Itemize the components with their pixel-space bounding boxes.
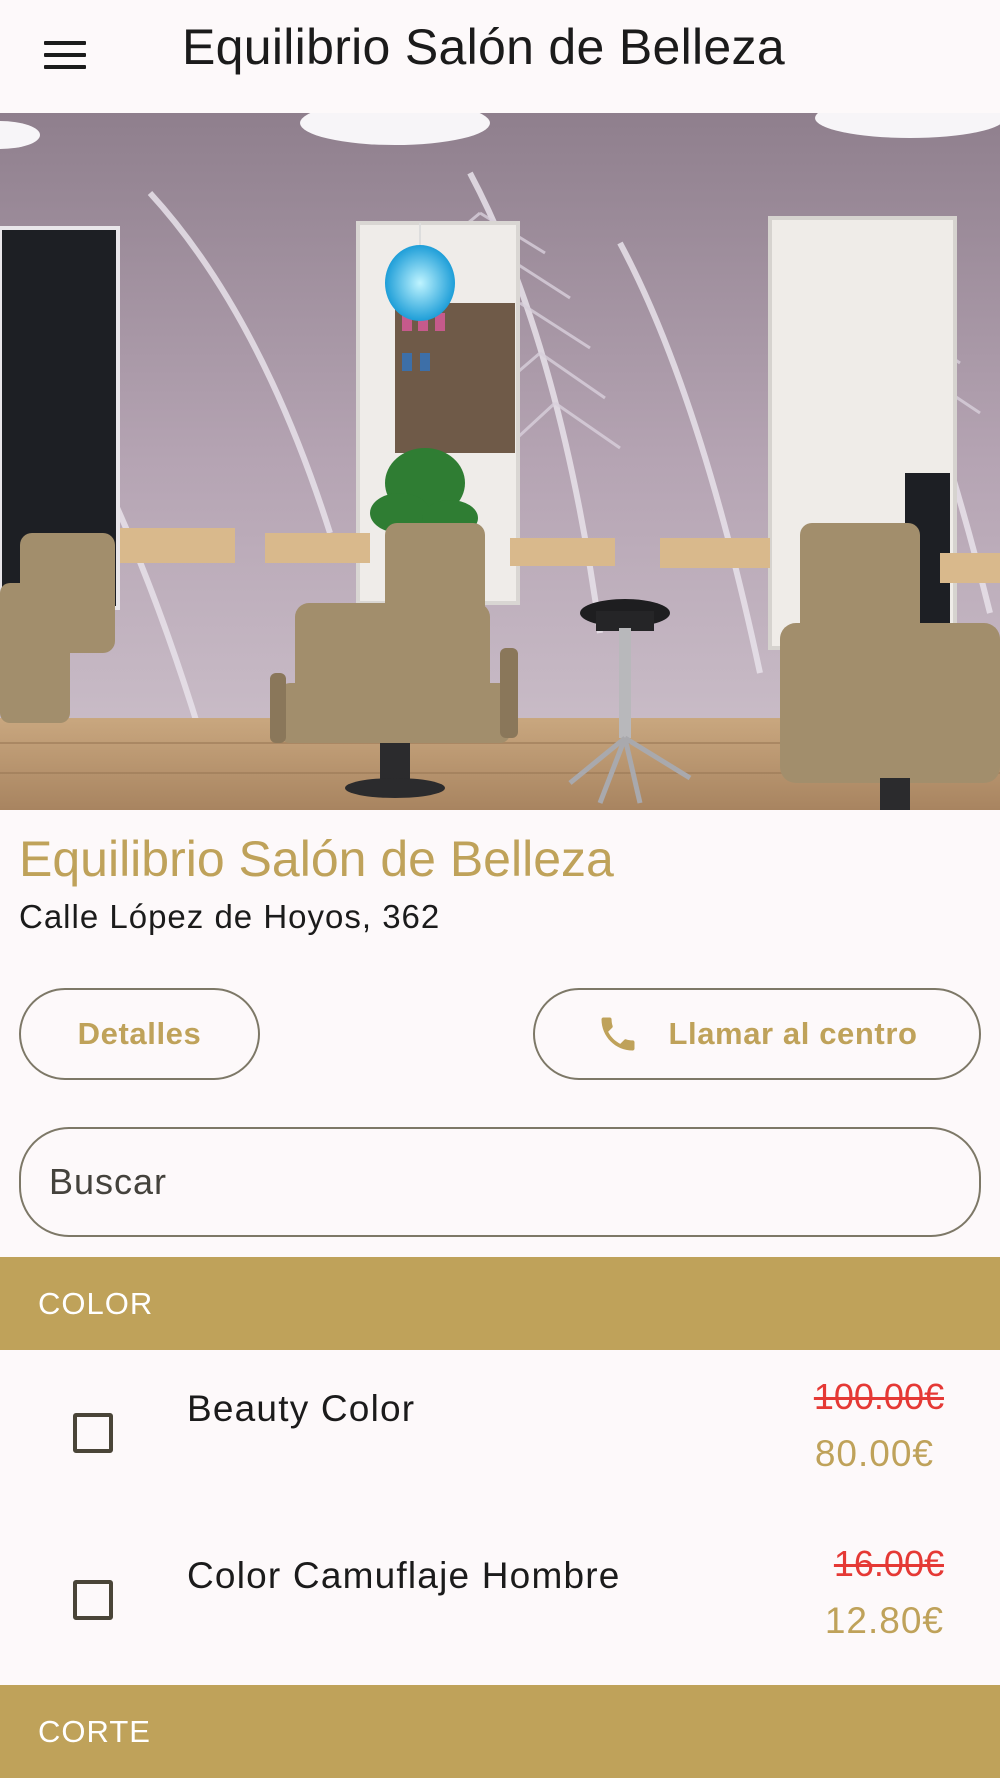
service-old-price: 100.00€ bbox=[813, 1376, 944, 1417]
service-row[interactable]: Beauty Color 100.00€ 80.00€ bbox=[0, 1350, 1000, 1516]
service-checkbox[interactable] bbox=[73, 1580, 113, 1620]
menu-icon[interactable] bbox=[36, 26, 94, 84]
category-header-color[interactable]: COLOR bbox=[0, 1257, 1000, 1350]
details-button-label: Detalles bbox=[77, 1016, 202, 1051]
call-center-button-label: Llamar al centro bbox=[668, 1016, 918, 1051]
service-checkbox[interactable] bbox=[73, 1413, 113, 1453]
category-label: CORTE bbox=[38, 1713, 151, 1749]
service-name: Beauty Color bbox=[187, 1388, 416, 1429]
salon-address: Calle López de Hoyos, 362 bbox=[19, 898, 441, 935]
service-old-price: 16.00€ bbox=[833, 1543, 944, 1584]
menu-icon-line bbox=[44, 65, 86, 69]
app-screen: Equilibrio Salón de Belleza Equilibrio S… bbox=[0, 0, 1000, 1778]
app-bar-title: Equilibrio Salón de Belleza bbox=[182, 19, 785, 75]
service-price: 12.80€ bbox=[824, 1600, 944, 1641]
menu-icon-line bbox=[44, 41, 86, 45]
service-price: 80.00€ bbox=[814, 1433, 934, 1474]
menu-icon-line bbox=[44, 53, 86, 57]
category-label: COLOR bbox=[38, 1285, 154, 1321]
details-button[interactable]: Detalles bbox=[19, 988, 260, 1080]
service-row[interactable]: Color Camuflaje Hombre 16.00€ 12.80€ bbox=[0, 1517, 1000, 1683]
category-header-corte[interactable]: CORTE bbox=[0, 1685, 1000, 1778]
salon-name: Equilibrio Salón de Belleza bbox=[19, 831, 614, 887]
service-name: Color Camuflaje Hombre bbox=[187, 1555, 621, 1596]
search-input[interactable]: Buscar bbox=[19, 1127, 981, 1237]
salon-photo-illustration bbox=[0, 113, 1000, 810]
salon-photo bbox=[0, 113, 1000, 810]
search-placeholder: Buscar bbox=[49, 1161, 168, 1202]
app-bar: Equilibrio Salón de Belleza bbox=[0, 0, 1000, 113]
call-center-button[interactable]: Llamar al centro bbox=[533, 988, 981, 1080]
phone-icon bbox=[601, 1017, 635, 1051]
